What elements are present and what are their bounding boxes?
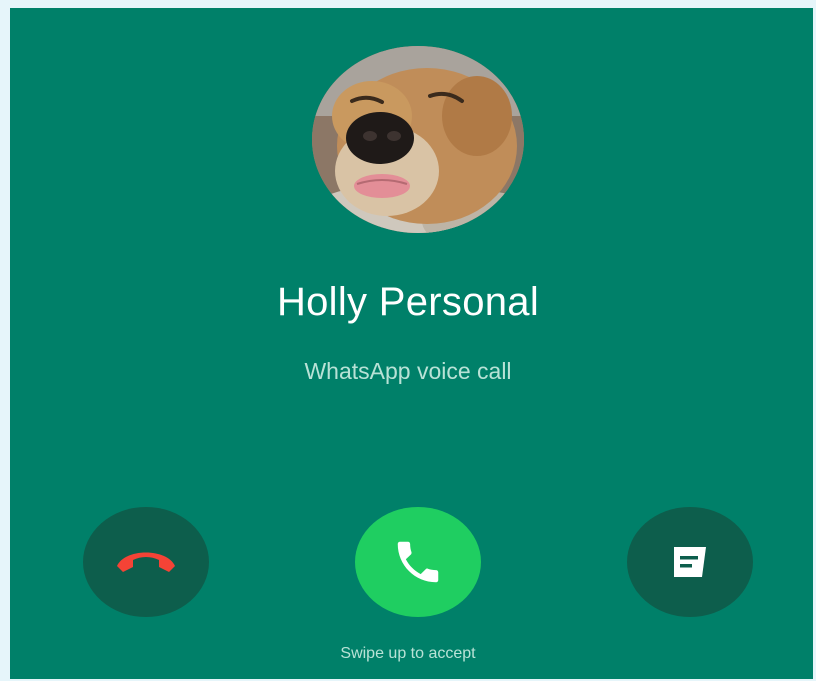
- phone-icon: [397, 541, 439, 583]
- call-type-label: WhatsApp voice call: [304, 358, 512, 384]
- decline-call-button[interactable]: [83, 507, 209, 617]
- dog-photo-icon: [312, 46, 524, 233]
- accept-call-button[interactable]: [355, 507, 481, 617]
- caller-avatar: [312, 46, 524, 233]
- reply-message-button[interactable]: [627, 507, 753, 617]
- caller-name: Holly Personal: [276, 280, 540, 324]
- hang-up-icon: [117, 552, 175, 572]
- swipe-hint: Swipe up to accept: [340, 645, 476, 662]
- incoming-call-screen: Holly Personal WhatsApp voice call Swipe…: [10, 8, 813, 679]
- message-icon: [674, 547, 706, 577]
